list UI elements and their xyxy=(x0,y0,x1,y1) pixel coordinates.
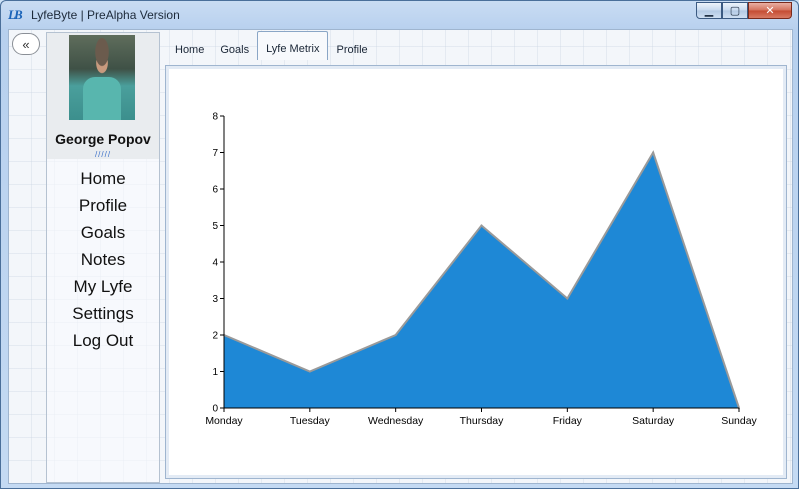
avatar[interactable] xyxy=(69,35,135,120)
x-tick-label: Wednesday xyxy=(368,415,424,427)
profile-separator: ///// xyxy=(94,150,112,159)
tab-home[interactable]: Home xyxy=(167,35,212,59)
lyfe-metrix-panel: 0 1 2 3 4 5 6 7 8 Monday Tuesday Wednesday Thursday F… xyxy=(165,65,787,479)
area-fill xyxy=(224,152,739,408)
sidebar-item-home[interactable]: Home xyxy=(47,165,159,192)
x-tick-label: Friday xyxy=(553,415,583,427)
x-tick-label: Sunday xyxy=(721,415,757,427)
sidebar-item-my-lyfe[interactable]: My Lyfe xyxy=(47,273,159,300)
user-name: George Popov xyxy=(55,131,151,147)
lyfe-metrix-area-chart: 0 1 2 3 4 5 6 7 8 Monday Tuesday Wednesday Thursday F… xyxy=(205,112,757,428)
app-window: LB LyfeByte | PreAlpha Version ▁ ▢ ✕ « G… xyxy=(0,0,799,489)
data-point-tuesday xyxy=(308,370,311,373)
tab-goals[interactable]: Goals xyxy=(212,35,257,59)
y-tick-label: 1 xyxy=(212,367,218,378)
collapse-sidebar-button[interactable]: « xyxy=(12,33,40,55)
x-tick-label: Monday xyxy=(205,415,243,427)
data-point-thursday xyxy=(480,224,483,227)
close-icon: ✕ xyxy=(765,5,775,17)
tab-profile[interactable]: Profile xyxy=(328,35,375,59)
data-point-saturday xyxy=(652,151,655,154)
y-tick-label: 4 xyxy=(212,258,218,269)
y-tick-label: 0 xyxy=(212,404,218,415)
data-point-friday xyxy=(566,297,569,300)
sidebar-nav: Home Profile Goals Notes My Lyfe Setting… xyxy=(47,165,159,354)
close-button[interactable]: ✕ xyxy=(748,2,792,19)
y-tick-label: 8 xyxy=(212,112,218,123)
client-area: « George Popov ///// Home Profile Goals … xyxy=(8,29,793,484)
tab-lyfe-metrix[interactable]: Lyfe Metrix xyxy=(257,31,329,60)
sidebar-item-log-out[interactable]: Log Out xyxy=(47,327,159,354)
maximize-button[interactable]: ▢ xyxy=(722,2,748,19)
tab-bar: Home Goals Lyfe Metrix Profile xyxy=(167,31,376,61)
window-title: LyfeByte | PreAlpha Version xyxy=(31,8,180,22)
y-tick-label: 7 xyxy=(212,148,218,159)
title-bar[interactable]: LB LyfeByte | PreAlpha Version ▁ ▢ ✕ xyxy=(1,1,798,29)
minimize-icon: ▁ xyxy=(704,5,714,17)
main-content: Home Goals Lyfe Metrix Profile 0 1 2 3 4 5 6 7 8… xyxy=(164,31,789,480)
x-tick-label: Saturday xyxy=(632,415,675,427)
sidebar-item-goals[interactable]: Goals xyxy=(47,219,159,246)
y-tick-label: 5 xyxy=(212,221,218,232)
y-tick-label: 3 xyxy=(212,294,218,305)
x-tick-label: Thursday xyxy=(460,415,505,427)
data-point-wednesday xyxy=(394,334,397,336)
minimize-button[interactable]: ▁ xyxy=(696,2,722,19)
sidebar: George Popov ///// Home Profile Goals No… xyxy=(46,32,160,483)
double-chevron-left-icon: « xyxy=(22,36,30,52)
sidebar-item-settings[interactable]: Settings xyxy=(47,300,159,327)
y-tick-label: 6 xyxy=(212,185,218,196)
y-tick-label: 2 xyxy=(212,331,218,342)
app-logo-icon: LB xyxy=(8,7,23,22)
sidebar-item-profile[interactable]: Profile xyxy=(47,192,159,219)
profile-card: George Popov ///// xyxy=(47,33,159,159)
maximize-icon: ▢ xyxy=(729,5,741,17)
sidebar-item-notes[interactable]: Notes xyxy=(47,246,159,273)
x-tick-label: Tuesday xyxy=(290,415,331,427)
